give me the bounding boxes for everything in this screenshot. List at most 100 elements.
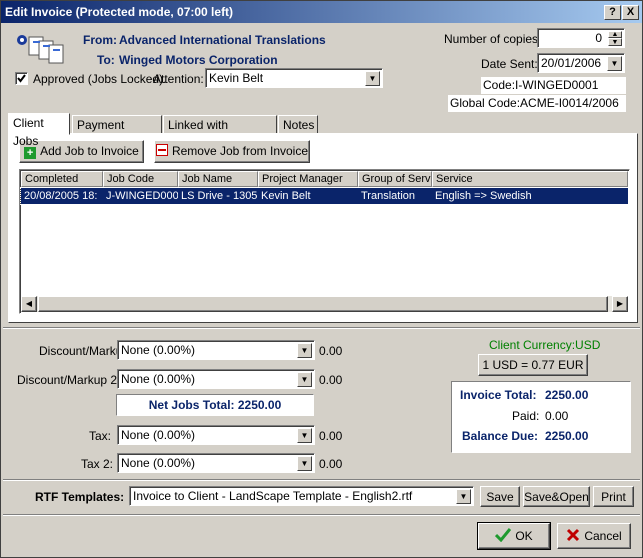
cell-service: English => Swedish (435, 190, 532, 202)
scroll-right-icon[interactable]: ▶ (612, 296, 628, 312)
to-label: To: (97, 53, 115, 67)
save-open-button[interactable]: Save&Open (523, 486, 590, 507)
balance-due-label: Balance Due: (462, 429, 539, 443)
table-row[interactable]: 20/08/2005 18: J-WINGED000 LS Drive - 13… (20, 187, 629, 205)
copies-label: Number of copies: (444, 32, 542, 46)
title-bar[interactable]: Edit Invoice (Protected mode, 07:00 left… (1, 1, 642, 23)
attention-value: Kevin Belt (209, 71, 264, 85)
scroll-left-icon[interactable]: ◀ (21, 296, 37, 312)
rtf-templates-label: RTF Templates: (35, 490, 125, 504)
discount2-amount: 0.00 (319, 373, 343, 387)
chevron-down-icon[interactable]: ▼ (365, 71, 380, 86)
column-header-job-name[interactable]: Job Name (178, 171, 258, 187)
window-title: Edit Invoice (Protected mode, 07:00 left… (5, 5, 234, 19)
totals-box: Invoice Total: 2250.00 Paid: 0.00 Balanc… (451, 381, 631, 453)
date-sent-value: 20/01/2006 (541, 56, 602, 70)
date-sent-label: Date Sent: (481, 57, 538, 71)
date-sent-picker[interactable]: 20/01/2006 ▼ (537, 53, 625, 73)
tab-linked-with-payments[interactable]: Linked with Payments (163, 115, 277, 150)
help-button[interactable]: ? (604, 5, 621, 20)
spin-up-icon[interactable]: ▲ (608, 31, 622, 38)
from-value: Advanced International Translations (119, 33, 326, 47)
copies-spinner[interactable]: 0 ▲ ▼ (537, 28, 625, 48)
invoice-total-label: Invoice Total: (460, 388, 537, 402)
column-header-service[interactable]: Service (432, 171, 628, 187)
ok-label: OK (515, 529, 533, 543)
chevron-down-icon[interactable]: ▼ (297, 343, 312, 358)
discount-select[interactable]: None (0.00%) ▼ (117, 340, 315, 360)
rtf-template-value: Invoice to Client - LandScape Template -… (133, 489, 413, 503)
tax-label: Tax: (89, 429, 112, 443)
discount2-value: None (0.00%) (121, 372, 196, 386)
scrollbar-thumb[interactable] (38, 296, 608, 312)
chevron-down-icon[interactable]: ▼ (456, 489, 471, 504)
tax2-value: None (0.00%) (121, 456, 196, 470)
net-jobs-total-box: Net Jobs Total: 2250.00 (116, 394, 314, 416)
save-button[interactable]: Save (480, 486, 520, 507)
column-header-group[interactable]: Group of Servi (358, 171, 432, 187)
tax2-label: Tax 2: (81, 457, 114, 471)
chevron-down-icon[interactable]: ▼ (607, 56, 622, 71)
grid-header: Completed Job Code Job Name Project Mana… (21, 171, 628, 187)
checkmark-icon (17, 74, 26, 83)
paid-value: 0.00 (545, 409, 569, 423)
discount2-select[interactable]: None (0.00%) ▼ (117, 369, 315, 389)
column-header-completed[interactable]: Completed (21, 171, 103, 187)
invoice-total-value: 2250.00 (545, 388, 589, 402)
divider (3, 327, 640, 329)
print-button[interactable]: Print (593, 486, 634, 507)
discount-amount: 0.00 (319, 344, 343, 358)
invoice-documents-icon (15, 31, 67, 67)
spin-down-icon[interactable]: ▼ (608, 38, 622, 46)
rtf-template-select[interactable]: Invoice to Client - LandScape Template -… (129, 486, 474, 506)
cell-group: Translation (361, 190, 416, 202)
remove-job-button[interactable]: Remove Job from Invoice (154, 140, 310, 163)
approved-checkbox[interactable] (15, 72, 28, 85)
close-icon: X (626, 6, 635, 18)
edit-invoice-window: Edit Invoice (Protected mode, 07:00 left… (0, 0, 643, 558)
tab-client-jobs[interactable]: Client Jobs (8, 113, 70, 148)
cell-job-name: LS Drive - 1305 (181, 190, 258, 202)
discount2-label: Discount/Markup 2: (17, 373, 121, 387)
chevron-down-icon[interactable]: ▼ (297, 456, 312, 471)
attention-label: Attention: (153, 72, 204, 86)
to-value: Winged Motors Corporation (119, 53, 278, 67)
divider (3, 479, 640, 481)
approved-label: Approved (Jobs Locked). (33, 72, 167, 86)
copies-value: 0 (595, 31, 602, 45)
minus-icon (155, 144, 168, 156)
invoice-code: Code:I-WINGED0001 (481, 77, 626, 94)
cross-icon (567, 528, 580, 542)
net-jobs-total: Net Jobs Total: 2250.00 (148, 398, 282, 412)
tab-payment-method[interactable]: Payment Method (72, 115, 162, 150)
balance-due-value: 2250.00 (545, 429, 589, 443)
divider (3, 514, 640, 516)
column-header-project-manager[interactable]: Project Manager (258, 171, 358, 187)
tab-notes[interactable]: Notes (278, 115, 318, 135)
jobs-grid: Completed Job Code Job Name Project Mana… (19, 169, 630, 314)
horizontal-scrollbar[interactable]: ◀ ▶ (21, 296, 628, 312)
ok-button[interactable]: OK (477, 522, 551, 550)
chevron-down-icon[interactable]: ▼ (297, 428, 312, 443)
remove-job-label: Remove Job from Invoice (171, 144, 309, 158)
tax-amount: 0.00 (319, 429, 343, 443)
chevron-down-icon[interactable]: ▼ (297, 372, 312, 387)
cell-completed: 20/08/2005 18: (24, 190, 98, 202)
tax-value: None (0.00%) (121, 428, 196, 442)
paid-label: Paid: (512, 409, 540, 423)
cancel-button[interactable]: Cancel (557, 523, 631, 549)
exchange-rate-button[interactable]: 1 USD = 0.77 EUR (478, 354, 588, 376)
tax2-amount: 0.00 (319, 457, 343, 471)
discount-value: None (0.00%) (121, 343, 196, 357)
cell-job-code: J-WINGED000 (106, 190, 178, 202)
close-button[interactable]: X (622, 5, 639, 20)
checkmark-icon (495, 528, 512, 543)
column-header-job-code[interactable]: Job Code (103, 171, 178, 187)
tax2-select[interactable]: None (0.00%) ▼ (117, 453, 315, 473)
add-job-label: Add Job to Invoice (40, 144, 139, 158)
client-currency: Client Currency:USD (489, 338, 601, 352)
attention-select[interactable]: Kevin Belt ▼ (205, 68, 383, 88)
global-code: Global Code:ACME-I0014/2006 (448, 95, 626, 112)
tax-select[interactable]: None (0.00%) ▼ (117, 425, 315, 445)
cancel-label: Cancel (584, 529, 622, 543)
